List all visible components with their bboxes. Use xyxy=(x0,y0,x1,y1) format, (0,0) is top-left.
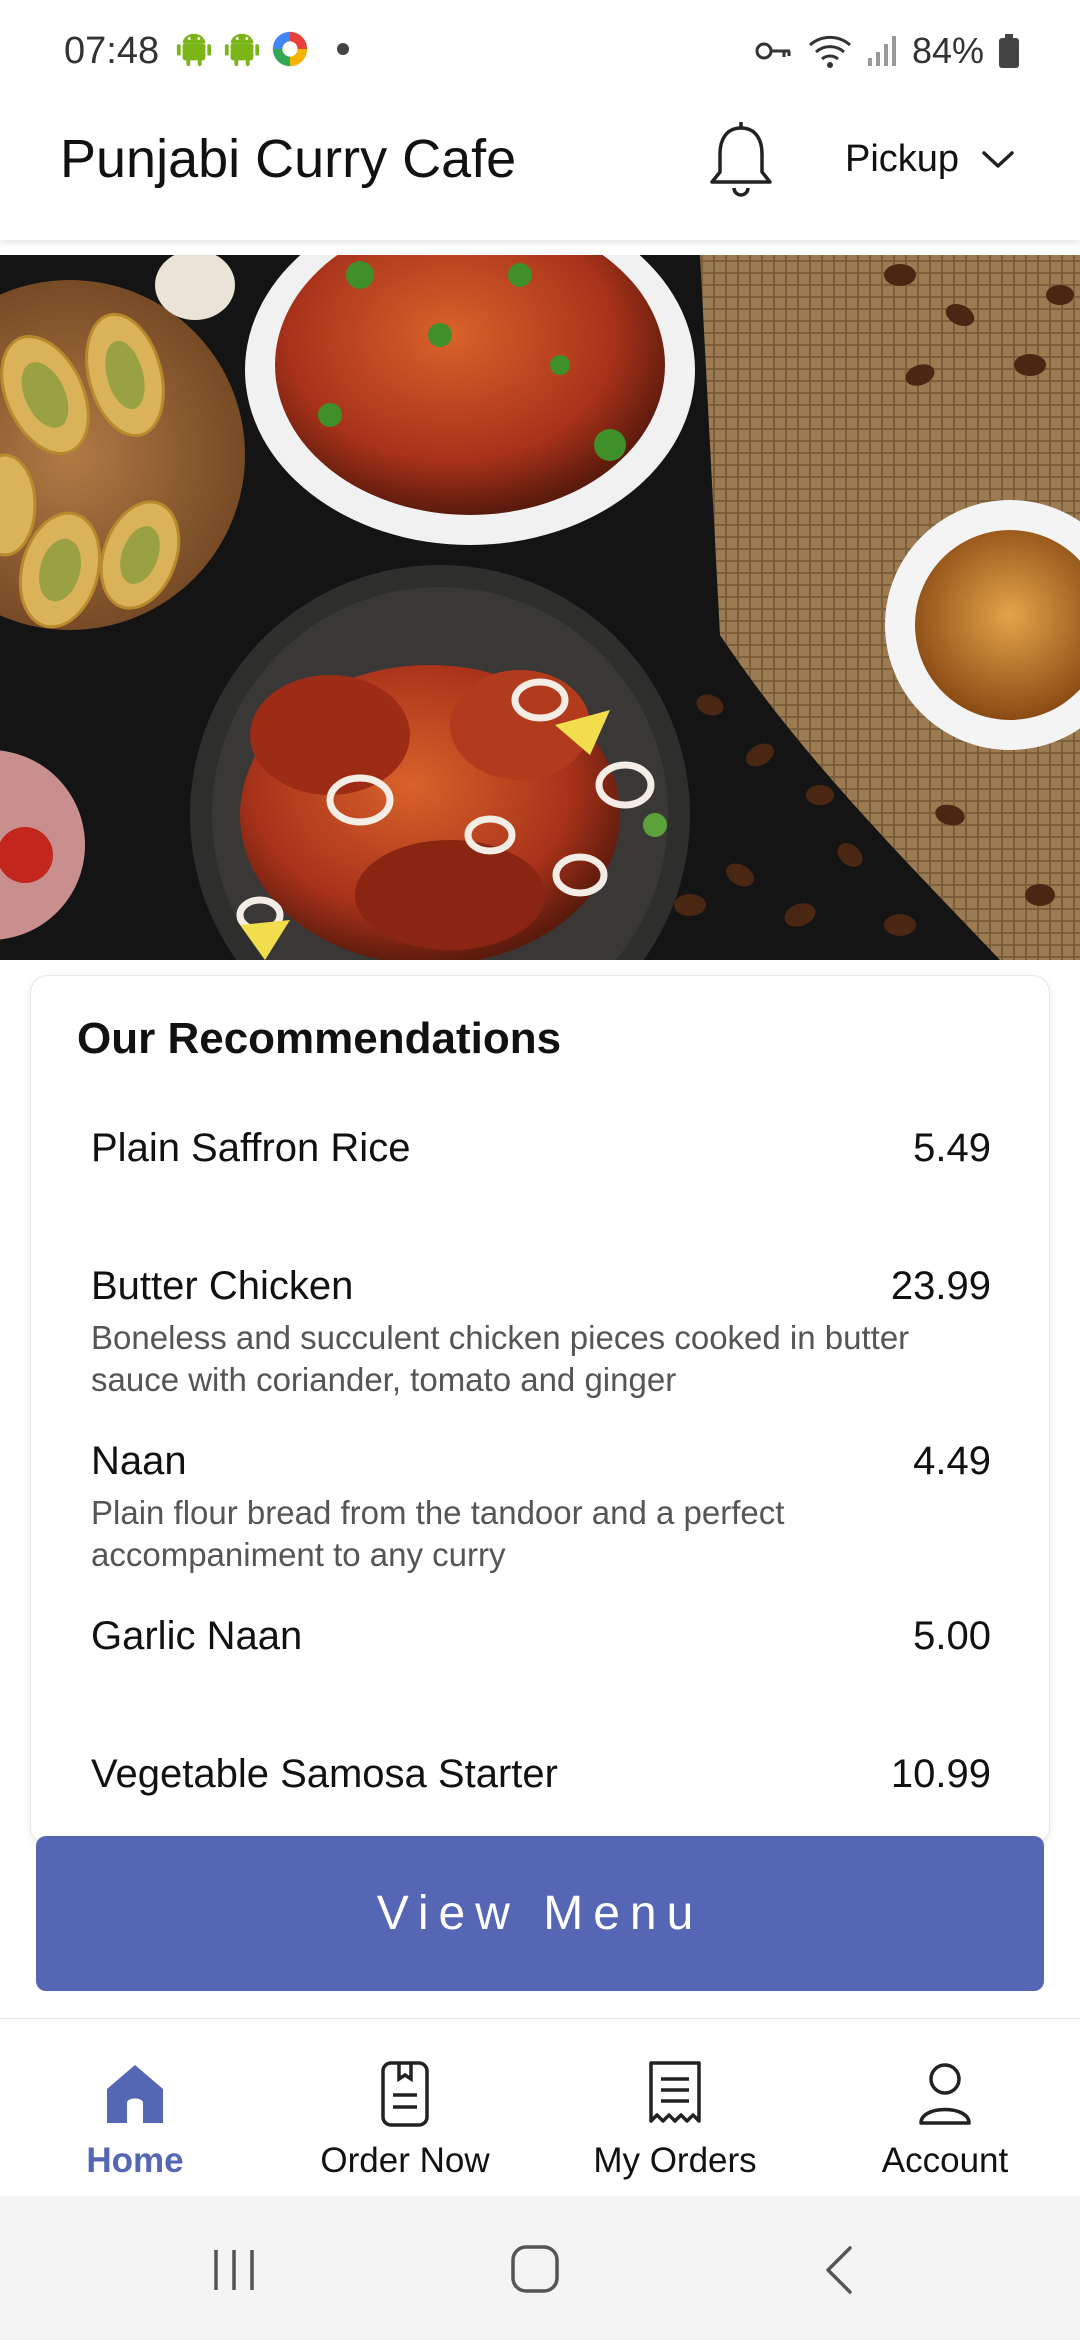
battery-icon xyxy=(999,34,1019,68)
home-icon xyxy=(107,2065,163,2123)
more-notifications-dot xyxy=(337,43,349,55)
nav-item-order-now[interactable]: Order Now xyxy=(270,2019,540,2196)
hero-food-image xyxy=(0,255,1080,960)
order-mode-label: Pickup xyxy=(845,138,960,180)
chevron-down-icon xyxy=(982,150,1014,168)
order-mode-dropdown[interactable]: Pickup xyxy=(845,138,1015,181)
recommendation-item[interactable]: Naan 4.49 Plain flour bread from the tan… xyxy=(91,1439,991,1576)
home-button-icon[interactable] xyxy=(510,2244,560,2294)
nav-item-home[interactable]: Home xyxy=(0,2019,270,2196)
nav-label: Home xyxy=(86,2141,184,2180)
notification-icons xyxy=(175,30,349,68)
receipt-icon xyxy=(649,2061,701,2123)
nav-label: Order Now xyxy=(320,2141,490,2180)
android-icon xyxy=(176,33,212,67)
nav-item-my-orders[interactable]: My Orders xyxy=(540,2019,810,2196)
item-price: 5.00 xyxy=(913,1614,991,1658)
app-header: Punjabi Curry Cafe Pickup xyxy=(0,100,1080,240)
item-name: Butter Chicken xyxy=(91,1264,354,1308)
system-navigation-bar xyxy=(0,2196,1080,2340)
recommendation-item[interactable]: Butter Chicken 23.99 Boneless and succul… xyxy=(91,1264,991,1401)
person-icon xyxy=(919,2063,971,2125)
nav-label: My Orders xyxy=(593,2141,757,2180)
android-icon xyxy=(224,33,260,67)
system-status-icons: 84% xyxy=(754,30,1020,72)
recommendations-card: Our Recommendations Plain Saffron Rice 5… xyxy=(30,975,1050,1845)
item-name: Vegetable Samosa Starter xyxy=(91,1752,558,1796)
recent-apps-icon[interactable] xyxy=(210,2246,258,2294)
nav-item-account[interactable]: Account xyxy=(810,2019,1080,2196)
key-icon xyxy=(755,42,791,60)
item-price: 10.99 xyxy=(890,1752,991,1796)
recommendation-item[interactable]: Vegetable Samosa Starter 10.99 xyxy=(91,1752,991,1797)
wifi-icon xyxy=(808,35,851,68)
battery-percent: 84% xyxy=(911,30,984,71)
status-time: 07:48 xyxy=(64,30,160,72)
restaurant-title: Punjabi Curry Cafe xyxy=(60,129,517,189)
item-price: 23.99 xyxy=(890,1264,991,1308)
order-book-icon xyxy=(381,2061,429,2127)
app-badge-icon xyxy=(272,31,308,67)
item-name: Plain Saffron Rice xyxy=(91,1126,411,1170)
item-description: Plain flour bread from the tandoor and a… xyxy=(91,1494,785,1573)
item-name: Naan xyxy=(91,1439,187,1483)
item-description: Boneless and succulent chicken pieces co… xyxy=(91,1319,910,1398)
recommendation-item[interactable]: Plain Saffron Rice 5.49 xyxy=(91,1126,991,1171)
signal-icon xyxy=(867,36,896,66)
view-menu-button[interactable]: View Menu xyxy=(36,1836,1044,1991)
recommendation-item[interactable]: Garlic Naan 5.00 xyxy=(91,1614,991,1659)
bottom-navigation: Home Order Now My Orders Account xyxy=(0,2018,1080,2196)
item-price: 5.49 xyxy=(913,1126,991,1170)
back-icon[interactable] xyxy=(822,2244,856,2296)
item-name: Garlic Naan xyxy=(91,1614,303,1658)
notification-bell-icon[interactable] xyxy=(706,120,776,200)
recommendations-title: Our Recommendations xyxy=(77,1014,562,1063)
item-price: 4.49 xyxy=(913,1439,991,1483)
nav-label: Account xyxy=(881,2141,1009,2180)
status-bar: 07:48 84% xyxy=(0,0,1080,100)
